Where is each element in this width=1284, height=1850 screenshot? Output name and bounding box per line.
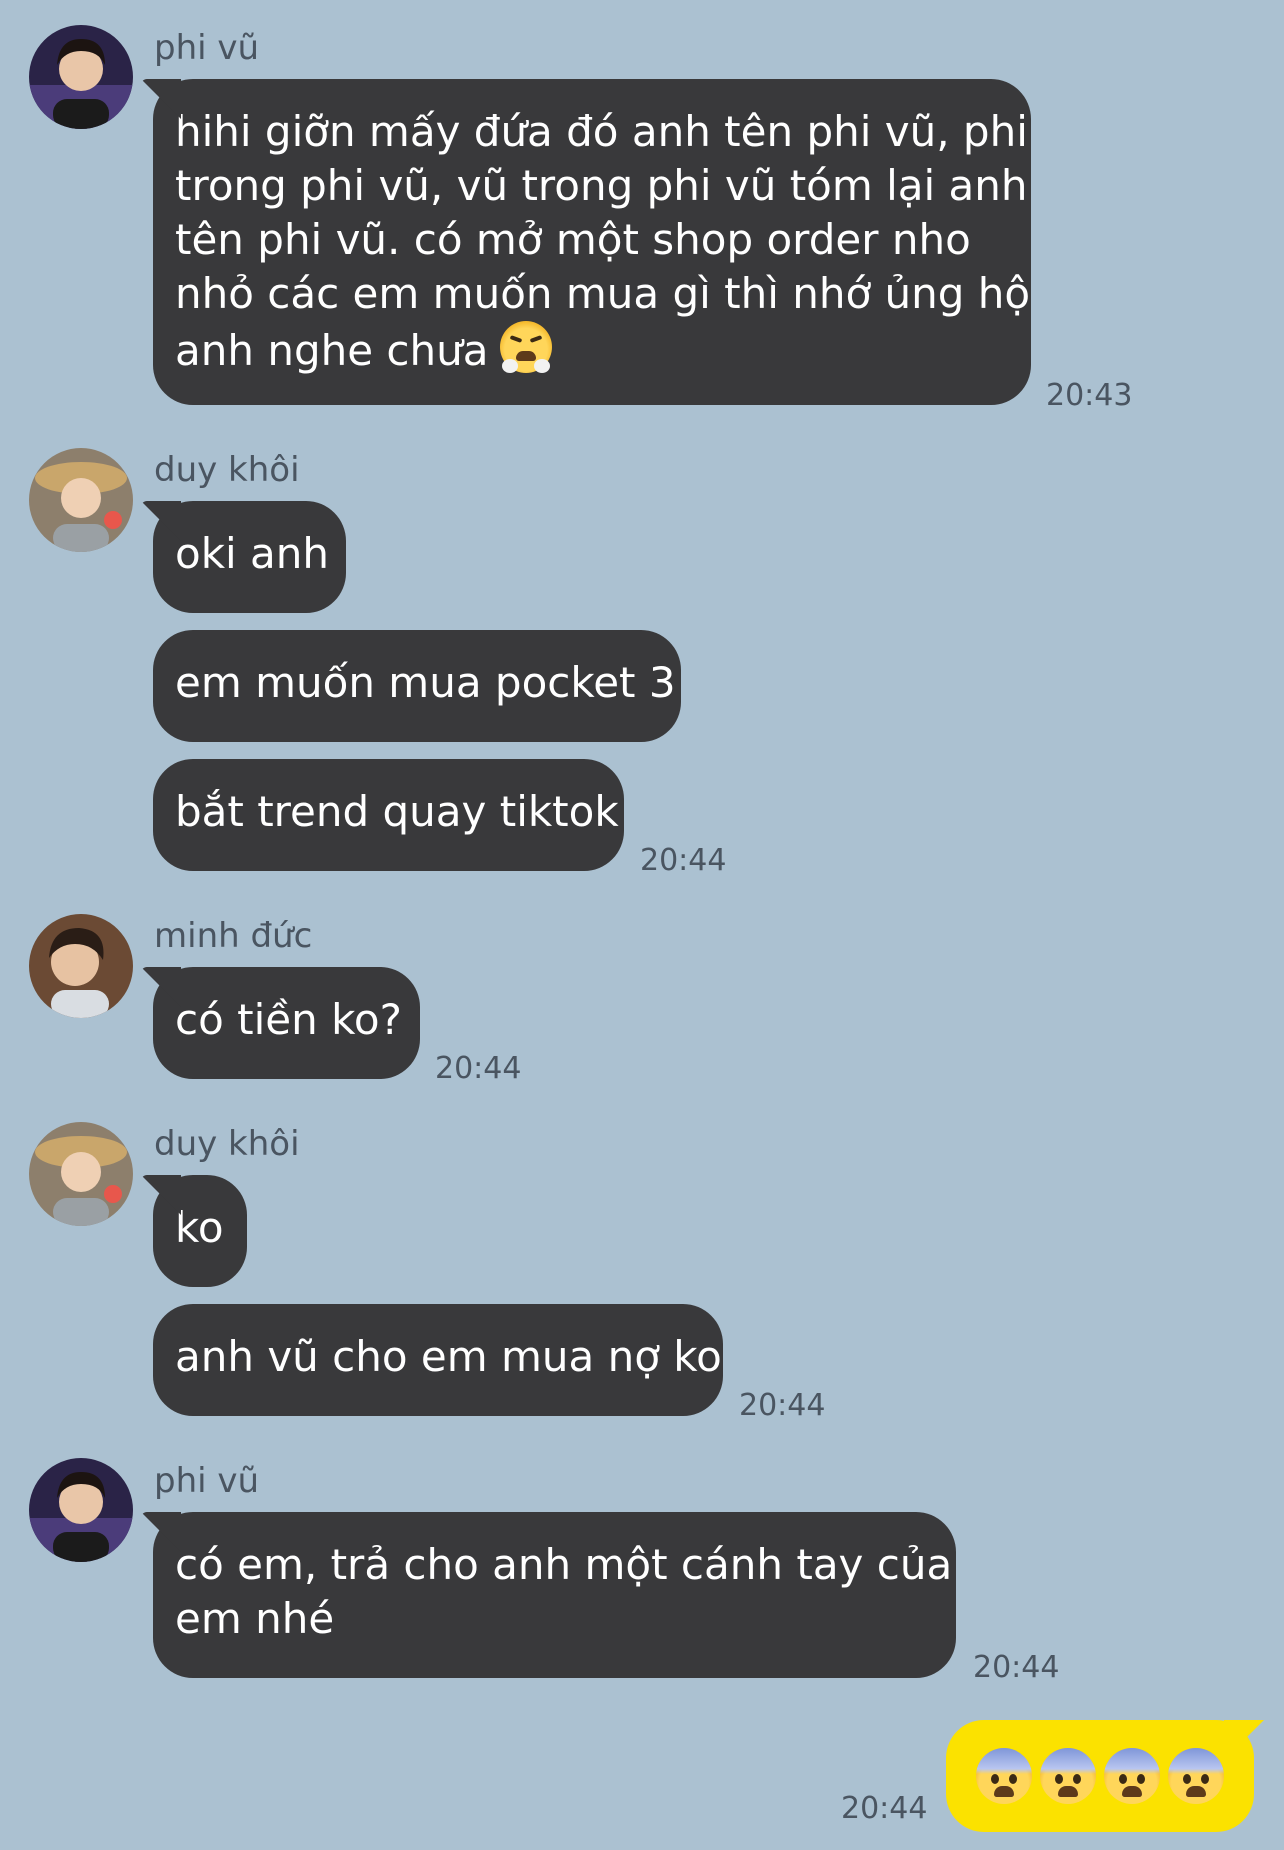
message-bubble[interactable]: oki anh <box>153 501 346 613</box>
message-text: ko <box>175 1203 224 1252</box>
my-timestamp: 20:44 <box>841 1791 928 1826</box>
avatar-duy-khoi[interactable] <box>29 1122 133 1226</box>
message-text: oki anh <box>175 529 330 578</box>
message-line: có em, trả cho anh một cánh tay của <box>175 1540 953 1589</box>
message-bubble[interactable]: ko <box>153 1175 247 1287</box>
my-message-bubble[interactable] <box>946 1720 1254 1832</box>
message-line: nhỏ các em muốn mua gì thì nhớ ủng hộ <box>175 269 1031 318</box>
message-text: có tiền ko? <box>175 995 402 1044</box>
sender-name: phi vũ <box>154 28 260 68</box>
avatar-minh-duc[interactable] <box>29 914 133 1018</box>
sender-name: duy khôi <box>154 1124 300 1164</box>
avatar-phi-vu[interactable] <box>29 25 133 129</box>
message-text: em muốn mua pocket 3 <box>175 658 676 707</box>
fearful-face-icon <box>1104 1748 1160 1804</box>
fearful-face-icon <box>1168 1748 1224 1804</box>
avatar-duy-khoi[interactable] <box>29 448 133 552</box>
message-bubble[interactable]: có em, trả cho anh một cánh tay của em n… <box>153 1512 956 1678</box>
message-bubble[interactable]: có tiền ko? <box>153 967 420 1079</box>
timestamp: 20:44 <box>739 1388 826 1423</box>
message-bubble[interactable]: anh vũ cho em mua nợ ko <box>153 1304 723 1416</box>
message-line: anh nghe chưa <box>175 326 489 375</box>
face-with-steam-from-nose-icon <box>500 321 553 373</box>
message-text: bắt trend quay tiktok <box>175 787 619 836</box>
avatar-phi-vu[interactable] <box>29 1458 133 1562</box>
sender-name: minh đức <box>154 916 313 956</box>
message-line: em nhé <box>175 1594 335 1643</box>
message-text: anh vũ cho em mua nợ ko <box>175 1332 722 1381</box>
fearful-face-icon <box>976 1748 1032 1804</box>
sender-name: duy khôi <box>154 450 300 490</box>
message-line: hihi giỡn mấy đứa đó anh tên phi vũ, phi <box>175 107 1028 156</box>
timestamp: 20:43 <box>1046 378 1133 413</box>
timestamp: 20:44 <box>640 843 727 878</box>
sender-name: phi vũ <box>154 1461 260 1501</box>
fearful-face-icon <box>1040 1748 1096 1804</box>
message-bubble[interactable]: bắt trend quay tiktok <box>153 759 624 871</box>
message-bubble[interactable]: em muốn mua pocket 3 <box>153 630 681 742</box>
message-bubble[interactable]: hihi giỡn mấy đứa đó anh tên phi vũ, phi… <box>153 79 1031 405</box>
timestamp: 20:44 <box>973 1650 1060 1685</box>
message-line: trong phi vũ, vũ trong phi vũ tóm lại an… <box>175 161 1028 210</box>
timestamp: 20:44 <box>435 1051 522 1086</box>
message-line: tên phi vũ. có mở một shop order nho <box>175 215 971 264</box>
